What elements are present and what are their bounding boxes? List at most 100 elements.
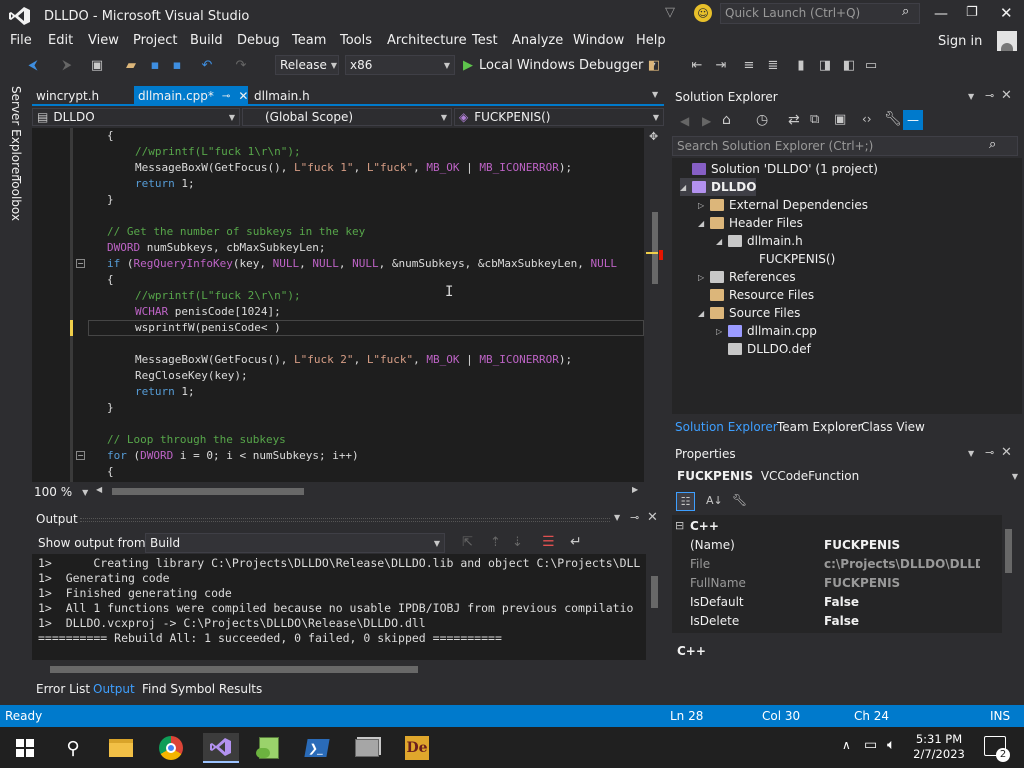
clear-all-icon[interactable]: ☰	[542, 534, 555, 550]
props-vertical-scrollbar[interactable]	[1002, 515, 1016, 633]
chrome-icon[interactable]	[156, 733, 186, 763]
categorized-icon[interactable]: ☷	[676, 492, 695, 511]
menu-architecture[interactable]: Architecture	[387, 33, 467, 48]
tree-item[interactable]: DLLDO.def	[716, 340, 811, 358]
tab-overflow-chevron-icon[interactable]: ▼	[652, 90, 658, 99]
scroll-right-icon[interactable]: ▶	[632, 485, 638, 494]
prop-row-file[interactable]: File c:\Projects\DLLDO\DLLDO\d	[672, 554, 998, 573]
goto-error-icon[interactable]: ⇱	[462, 535, 473, 550]
prev-message-icon[interactable]: ⇡	[490, 535, 501, 550]
props-close-icon[interactable]: ✕	[1001, 445, 1012, 460]
save-icon[interactable]: ▪	[146, 56, 164, 74]
editor-vertical-scrollbar[interactable]: ✥	[646, 128, 664, 482]
menu-debug[interactable]: Debug	[237, 33, 280, 48]
zoom-dropdown[interactable]: 100 % ▼	[32, 484, 92, 500]
network-icon[interactable]: ▭	[864, 737, 877, 753]
menu-analyze[interactable]: Analyze	[512, 33, 563, 48]
file-explorer-icon[interactable]	[106, 733, 136, 763]
clock[interactable]: 5:31 PM 2/7/2023	[912, 732, 966, 762]
new-project-icon[interactable]: ▣	[88, 56, 106, 74]
expanded-arrow-icon[interactable]: ◢	[680, 183, 692, 192]
show-all-files-icon[interactable]: ▣	[834, 112, 846, 127]
detect-it-easy-icon[interactable]: De	[402, 733, 432, 763]
sign-in-link[interactable]: Sign in	[938, 34, 982, 49]
tree-item[interactable]: ◢ dllmain.h	[716, 232, 803, 250]
visual-studio-icon[interactable]	[203, 733, 239, 763]
back-icon[interactable]: ⮜	[24, 56, 42, 74]
search-icon[interactable]: ⌕	[902, 4, 909, 19]
configuration-dropdown[interactable]: Release ▼	[275, 55, 339, 75]
se-search-icon[interactable]: ⌕	[989, 137, 996, 152]
output-pin-icon[interactable]: ⊸	[630, 511, 639, 524]
menu-file[interactable]: File	[10, 33, 32, 48]
output-scroll-thumb[interactable]	[651, 576, 658, 608]
forward-icon[interactable]: ⮞	[58, 56, 76, 74]
feedback-smiley-icon[interactable]: ☺	[694, 4, 712, 22]
member-nav-dropdown[interactable]: ◈ FUCKPENIS() ▼	[454, 108, 664, 126]
editor-scroll-thumb[interactable]	[652, 212, 658, 284]
powershell-icon[interactable]: ❯_	[302, 733, 332, 763]
tab-wincrypt-h[interactable]: wincrypt.h	[32, 86, 103, 106]
view-code-icon[interactable]: ‹›	[862, 112, 872, 126]
tab-find-symbol-results[interactable]: Find Symbol Results	[142, 682, 262, 696]
indent-icon[interactable]: ⇥	[712, 56, 730, 74]
quick-launch-input[interactable]: Quick Launch (Ctrl+Q)	[720, 3, 920, 24]
bookmark-icon[interactable]: ▮	[792, 56, 810, 74]
expanded-arrow-icon[interactable]: ◢	[698, 309, 710, 318]
expanded-arrow-icon[interactable]: ◢	[716, 237, 728, 246]
undo-icon[interactable]: ↶	[198, 56, 216, 74]
menu-window[interactable]: Window	[573, 33, 624, 48]
tree-item[interactable]: FUCKPENIS()	[734, 250, 835, 268]
menu-team[interactable]: Team	[292, 33, 326, 48]
prop-row-fullname[interactable]: FullName FUCKPENIS	[672, 573, 998, 592]
tree-item[interactable]: ◢ DLLDO	[680, 178, 757, 196]
split-icon[interactable]: ✥	[649, 130, 658, 143]
start-debugging-button[interactable]: ▶ Local Windows Debugger ▼	[463, 56, 656, 74]
windows-start-icon[interactable]	[10, 733, 40, 763]
close-tab-icon[interactable]: ✕	[238, 89, 248, 103]
home-icon[interactable]: ⌂	[722, 112, 731, 128]
save-all-icon[interactable]: ▪	[168, 56, 186, 74]
property-pages-wrench-icon[interactable]: 🔧︎	[732, 493, 747, 507]
se-tab-class-view[interactable]: Class View	[861, 420, 925, 434]
category-collapse-icon[interactable]: ⊟	[675, 519, 684, 532]
tab-dllmain-cpp[interactable]: dllmain.cpp* ⊸ ✕	[134, 86, 248, 106]
output-h-scroll-thumb[interactable]	[50, 666, 418, 673]
menu-build[interactable]: Build	[190, 33, 223, 48]
redo-icon[interactable]: ↷	[232, 56, 250, 74]
tree-item[interactable]: ◢ Header Files	[698, 214, 803, 232]
tree-item[interactable]: ▷ External Dependencies	[698, 196, 868, 214]
collapsed-arrow-icon[interactable]: ▷	[716, 327, 728, 336]
scope-nav-dropdown[interactable]: (Global Scope) ▼	[242, 108, 452, 126]
toolbox-tab[interactable]: Toolbox	[9, 176, 23, 221]
word-wrap-icon[interactable]: ↵	[570, 534, 582, 550]
tree-item[interactable]: ◢ Source Files	[698, 304, 800, 322]
open-folder-icon[interactable]: ▰	[122, 56, 140, 74]
se-pin-icon[interactable]: ⊸	[985, 89, 994, 102]
tab-dllmain-h[interactable]: dllmain.h	[250, 86, 314, 106]
menu-project[interactable]: Project	[133, 33, 177, 48]
history-icon[interactable]: ◷	[756, 112, 768, 128]
account-avatar-icon[interactable]	[997, 31, 1017, 51]
notepad-plus-plus-icon[interactable]	[254, 733, 284, 763]
se-menu-chevron-icon[interactable]: ▼	[968, 92, 974, 101]
expanded-arrow-icon[interactable]: ◢	[698, 219, 710, 228]
collapse-all-icon[interactable]: ⧉	[810, 112, 819, 127]
fold-marker-icon[interactable]: −	[76, 259, 85, 268]
tree-item[interactable]: ▷ dllmain.cpp	[716, 322, 817, 340]
properties-wrench-icon[interactable]: 🔧︎	[884, 111, 902, 127]
output-menu-chevron-icon[interactable]: ▼	[614, 513, 620, 522]
se-close-icon[interactable]: ✕	[1001, 88, 1012, 103]
step-icon[interactable]: ⇤	[688, 56, 706, 74]
file-manager-icon[interactable]	[352, 733, 382, 763]
menu-tools[interactable]: Tools	[340, 33, 372, 48]
attach-icon[interactable]: ◧	[645, 56, 663, 74]
props-pin-icon[interactable]: ⊸	[985, 446, 994, 459]
bookmark-next-icon[interactable]: ◧	[840, 56, 858, 74]
uncomment-icon[interactable]: ≣	[764, 56, 782, 74]
tree-item[interactable]: ▷ References	[698, 268, 796, 286]
menu-test[interactable]: Test	[472, 33, 498, 48]
pin-icon[interactable]: ⊸	[222, 91, 230, 102]
fold-marker-icon[interactable]: −	[76, 451, 85, 460]
project-nav-dropdown[interactable]: ▤ DLLDO ▼	[32, 108, 240, 126]
